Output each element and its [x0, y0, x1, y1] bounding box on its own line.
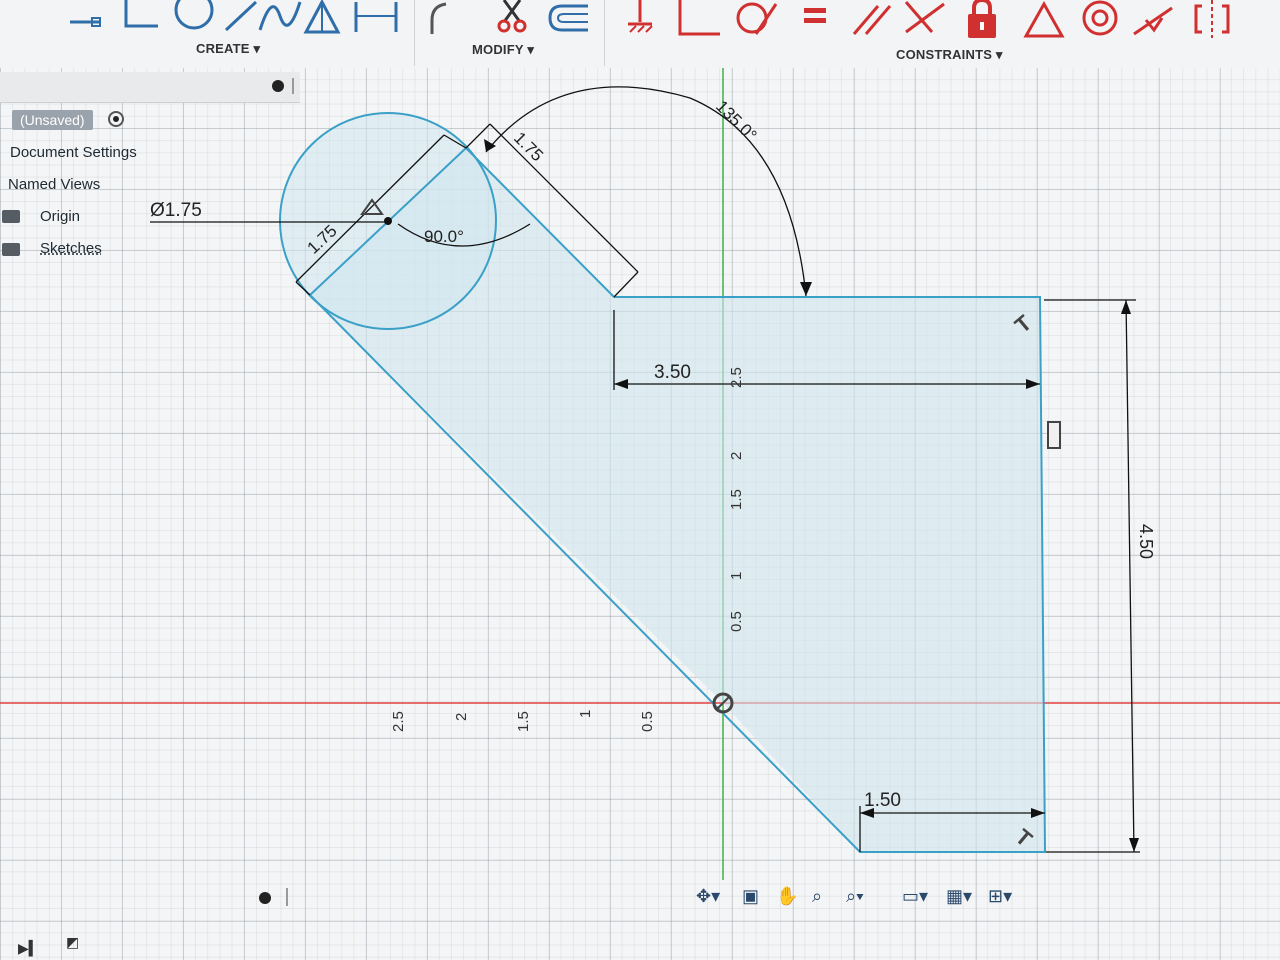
- dim-top-length[interactable]: 1.75: [510, 128, 547, 165]
- dim-bottom-width[interactable]: 1.50: [864, 790, 901, 811]
- display-settings-icon[interactable]: ▭▾: [902, 886, 928, 907]
- dim-angle-circle[interactable]: 90.0°: [424, 227, 464, 246]
- sketch-feature-icon[interactable]: ◩: [66, 934, 79, 951]
- x-axis-label: 2.5: [390, 711, 407, 732]
- orbit-icon[interactable]: ✥▾: [696, 886, 720, 907]
- dim-circle-diameter[interactable]: Ø1.75: [150, 200, 202, 221]
- circle-center-point[interactable]: [384, 217, 392, 225]
- vertical-constraint-icon[interactable]: [1047, 421, 1061, 449]
- y-axis-label: 2.5: [728, 367, 745, 388]
- sketch-drawing: T T Ø1.75 1.75 1.75 135.0° 90.0° 3.50 4.…: [0, 68, 1280, 880]
- dim-height[interactable]: 4.50: [1136, 524, 1156, 559]
- navigation-bar: ✥▾ ▣ ✋ ⌕ ⌕▾ ▭▾ ▦▾ ⊞▾: [690, 880, 1030, 914]
- viewports-icon[interactable]: ⊞▾: [988, 886, 1012, 907]
- step-end-icon[interactable]: ▶▍: [18, 940, 40, 957]
- zoom-window-icon[interactable]: ⌕▾: [846, 886, 864, 907]
- x-axis-label: 1: [577, 710, 594, 718]
- dim-top-width[interactable]: 3.50: [654, 362, 691, 383]
- y-axis-label: 2: [728, 452, 745, 460]
- x-axis-label: 0.5: [639, 711, 656, 732]
- x-axis-label: 2: [453, 713, 470, 721]
- zoom-icon[interactable]: ⌕: [812, 886, 822, 907]
- panel-divider-icon[interactable]: [286, 888, 288, 906]
- y-axis-label: 1: [728, 572, 745, 580]
- y-axis-label: 0.5: [728, 611, 745, 632]
- y-axis-label: 1.5: [728, 489, 745, 510]
- dim-angle-top[interactable]: 135.0°: [712, 97, 760, 145]
- look-at-icon[interactable]: ▣: [742, 886, 759, 907]
- x-axis-label: 1.5: [515, 711, 532, 732]
- height-dim-line: [1125, 299, 1135, 853]
- grid-settings-icon[interactable]: ▦▾: [946, 886, 972, 907]
- panel-dot-icon[interactable]: [259, 892, 271, 904]
- pan-icon[interactable]: ✋: [776, 886, 798, 907]
